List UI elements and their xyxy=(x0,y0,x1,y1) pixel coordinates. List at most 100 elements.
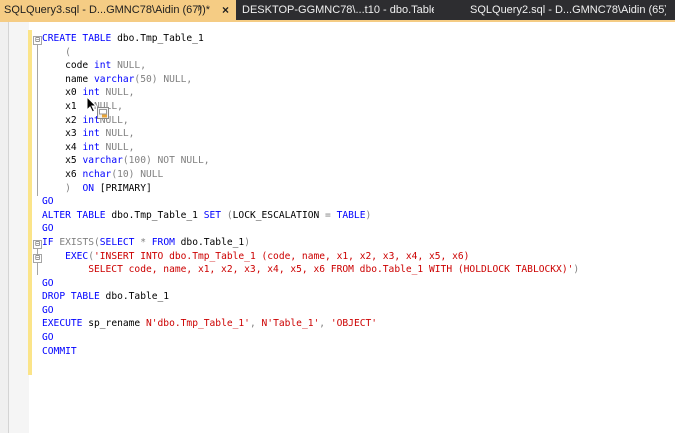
code-token: x2 xyxy=(42,114,83,126)
code-token: varchar xyxy=(93,73,135,85)
code-token: NULL, xyxy=(99,128,135,140)
code-token: GO xyxy=(42,304,54,316)
code-token: dbo.Tmp_Table_1 xyxy=(105,209,204,221)
code-line: x4 int NULL, xyxy=(42,141,579,155)
code-token: int xyxy=(82,128,100,140)
code-token: ) xyxy=(573,264,580,276)
change-tracking-bar xyxy=(28,30,32,375)
code-token: GO xyxy=(42,332,54,344)
tab-sqlquery2[interactable]: SQLQuery2.sql - D...GMNC78\Aidin (65)) xyxy=(466,0,666,20)
collapse-outline-icon[interactable]: ⊟ xyxy=(33,254,42,263)
code-token: dbo.Table_1 xyxy=(99,291,170,303)
code-token: x4 xyxy=(42,141,83,153)
code-token: (10) xyxy=(111,168,141,180)
code-token: GO xyxy=(42,277,54,289)
code-token: int xyxy=(82,141,100,153)
code-token: SET xyxy=(203,209,222,221)
code-line: ) ON [PRIMARY] xyxy=(42,182,579,196)
code-line: GO xyxy=(42,304,579,318)
code-token: , xyxy=(249,318,262,330)
code-token: ( xyxy=(221,209,233,221)
code-line: EXEC('INSERT INTO dbo.Tmp_Table_1 (code,… xyxy=(42,250,579,264)
code-token: NULL, xyxy=(99,141,135,153)
code-token: dbo.Tmp_Table_1 xyxy=(111,33,204,44)
code-token: SELECT code, name, x1, x2, x3, x4, x5, x… xyxy=(42,264,574,276)
code-token: x6 xyxy=(42,168,83,180)
close-icon[interactable]: × xyxy=(222,0,229,20)
code-token: , xyxy=(319,318,331,330)
tab-sqlquery3-label: SQLQuery3.sql - D...GMNC78\Aidin (67))* xyxy=(4,4,211,16)
code-line: IF EXISTS(SELECT * FROM dbo.Table_1) xyxy=(42,236,579,250)
code-token: = xyxy=(319,209,337,221)
code-line: GO xyxy=(42,277,579,291)
tab-sqlquery3[interactable]: SQLQuery3.sql - D...GMNC78\Aidin (67))* … xyxy=(0,0,236,20)
code-line: x0 int NULL, xyxy=(42,86,579,100)
code-token: GO xyxy=(42,196,54,208)
code-token: TABLE xyxy=(336,209,366,221)
code-token: ON xyxy=(82,182,94,194)
code-token: [PRIMARY] xyxy=(94,182,152,194)
code-token: GO xyxy=(42,223,54,235)
code-token: NOT NULL, xyxy=(157,155,210,167)
code-token: 'OBJECT' xyxy=(330,318,378,330)
code-token: CREATE TABLE xyxy=(42,33,112,44)
code-line: x6 nchar(10) NULL xyxy=(42,168,579,182)
code-token: EXECUTE xyxy=(42,318,83,330)
code-token: x0 xyxy=(42,87,83,99)
code-token: NULL, xyxy=(99,87,135,99)
quick-info-icon xyxy=(97,107,109,119)
code-token: SELECT xyxy=(99,236,135,248)
tab-sqlquery2-label: SQLQuery2.sql - D...GMNC78\Aidin (65)) xyxy=(470,4,666,16)
code-token: NULL, xyxy=(117,60,146,72)
code-token: NULL, xyxy=(163,73,193,85)
code-token: N'Table_1' xyxy=(261,318,320,330)
code-token: sp_rename xyxy=(82,318,146,330)
code-token: ( xyxy=(42,46,71,58)
code-token: x5 xyxy=(42,155,83,167)
code-line: x3 int NULL, xyxy=(42,127,579,141)
code-token: FROM xyxy=(151,236,175,248)
code-line: GO xyxy=(42,331,579,345)
collapse-outline-icon[interactable]: ⊟ xyxy=(33,36,42,45)
code-line: name varchar(50) NULL, xyxy=(42,73,579,87)
code-line: x1 NULL, xyxy=(42,100,579,114)
code-line: EXECUTE sp_rename N'dbo.Tmp_Table_1', N'… xyxy=(42,317,579,331)
code-token: (50) xyxy=(134,73,164,85)
code-token: NULL xyxy=(140,168,164,180)
code-token: int xyxy=(93,60,112,72)
tab-table-designer-label: DESKTOP-GGMNC78\...t10 - dbo.Table_1* xyxy=(242,4,434,16)
code-token: ) xyxy=(42,182,83,194)
code-token: nchar xyxy=(82,168,112,180)
code-token: name xyxy=(42,73,94,85)
code-token: dbo.Table_1 xyxy=(174,236,245,248)
outline-guide-line xyxy=(37,45,38,196)
code-line: ALTER TABLE dbo.Tmp_Table_1 SET (LOCK_ES… xyxy=(42,209,579,223)
code-line: SELECT code, name, x1, x2, x3, x4, x5, x… xyxy=(42,263,579,277)
code-token: IF xyxy=(42,236,54,248)
editor-left-frame xyxy=(0,22,9,433)
code-line: ( xyxy=(42,46,579,60)
code-line: CREATE TABLE dbo.Tmp_Table_1 xyxy=(42,32,579,46)
code-token: COMMIT xyxy=(42,345,77,357)
code-token: * xyxy=(134,236,152,248)
code-line: DROP TABLE dbo.Table_1 xyxy=(42,290,579,304)
document-tab-bar: SQLQuery3.sql - D...GMNC78\Aidin (67))* … xyxy=(0,0,675,22)
tab-table-designer[interactable]: DESKTOP-GGMNC78\...t10 - dbo.Table_1* xyxy=(238,0,434,20)
code-token: ) xyxy=(365,209,372,221)
code-token: varchar xyxy=(82,155,123,167)
collapse-outline-icon[interactable]: ⊟ xyxy=(33,240,42,249)
sql-editor[interactable]: CREATE TABLE dbo.Tmp_Table_1 ( code int … xyxy=(42,32,579,358)
code-token: code xyxy=(42,60,94,72)
code-line: code int NULL, xyxy=(42,59,579,73)
code-token: ALTER TABLE xyxy=(42,209,106,221)
code-line: COMMIT xyxy=(42,345,579,359)
code-token: (100) xyxy=(122,155,158,167)
code-token: N'dbo.Tmp_Table_1' xyxy=(145,318,250,330)
code-token: x1 xyxy=(42,100,83,112)
code-line: GO xyxy=(42,195,579,209)
code-token: x3 xyxy=(42,128,83,140)
pin-icon[interactable]: ᵖ xyxy=(198,0,202,20)
code-line: GO xyxy=(42,222,579,236)
code-token: ) xyxy=(244,236,250,248)
